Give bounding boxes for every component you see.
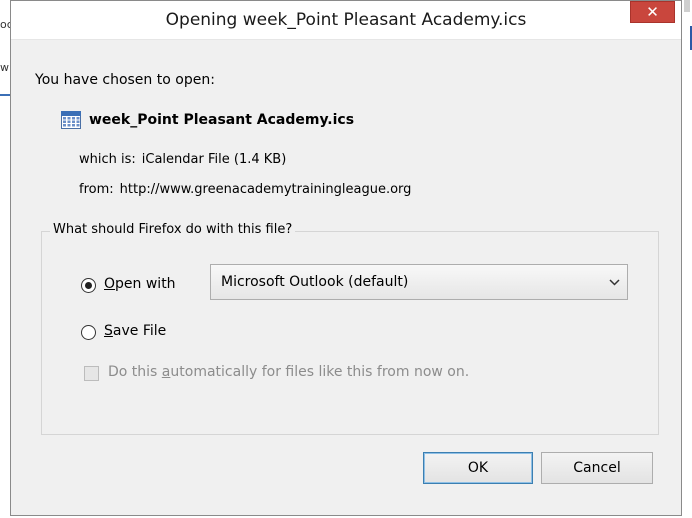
dialog-titlebar[interactable]: Opening week_Point Pleasant Academy.ics … (11, 1, 681, 40)
chosen-text: You have chosen to open: (35, 72, 215, 88)
calendar-icon (61, 111, 81, 129)
open-with-app-select[interactable]: Microsoft Outlook (default) (210, 264, 628, 300)
open-with-mnemonic: O (104, 276, 116, 292)
open-with-radio[interactable] (81, 278, 96, 293)
background-scrollbar[interactable] (684, 0, 690, 12)
dialog-title: Opening week_Point Pleasant Academy.ics (165, 10, 527, 30)
cancel-button[interactable]: Cancel (541, 452, 653, 484)
action-group-legend: What should Firefox do with this file? (50, 222, 296, 237)
save-file-radio[interactable] (81, 325, 96, 340)
open-with-label[interactable]: Open with (104, 276, 176, 292)
file-row: week_Point Pleasant Academy.ics (61, 111, 354, 129)
which-is-label: which is: (79, 152, 136, 167)
auto-action-label-rest: utomatically for files like this from no… (170, 364, 470, 380)
dialog-content: You have chosen to open: week_Point Plea… (11, 39, 681, 515)
auto-action-label-prefix: Do this (108, 364, 162, 380)
action-group: What should Firefox do with this file? O… (41, 222, 659, 435)
file-source-row: from: http://www.greenacademytrainingleag… (79, 182, 411, 197)
file-name: week_Point Pleasant Academy.ics (89, 112, 355, 128)
open-with-label-text: pen with (115, 276, 176, 292)
save-file-label[interactable]: Save File (104, 323, 166, 339)
open-with-app-value: Microsoft Outlook (default) (221, 274, 409, 290)
auto-action-checkbox[interactable] (84, 366, 99, 381)
save-file-mnemonic: S (104, 323, 113, 339)
file-type-value: iCalendar File (1.4 KB) (141, 152, 287, 167)
auto-action-label: Do this automatically for files like thi… (108, 364, 469, 380)
close-button[interactable]: ✕ (630, 1, 675, 23)
chevron-down-icon (601, 276, 627, 289)
save-file-label-text: ave File (112, 323, 167, 339)
file-source-value: http://www.greenacademytrainingleague.or… (119, 182, 412, 197)
ok-button[interactable]: OK (423, 452, 533, 484)
from-label: from: (79, 182, 114, 197)
file-type-row: which is: iCalendar File (1.4 KB) (79, 152, 286, 167)
background-app-right (682, 0, 692, 518)
close-icon: ✕ (646, 2, 659, 21)
open-file-dialog: Opening week_Point Pleasant Academy.ics … (10, 0, 682, 516)
